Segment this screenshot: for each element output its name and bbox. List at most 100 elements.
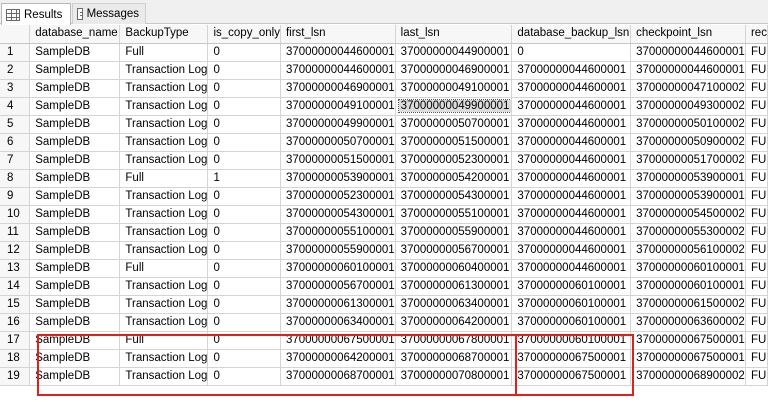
grid-cell[interactable]: 37000000049900001 — [280, 115, 396, 134]
grid-cell[interactable]: 0 — [207, 223, 281, 242]
row-number[interactable]: 11 — [0, 223, 31, 242]
grid-cell[interactable]: 37000000060100001 — [280, 259, 396, 278]
grid-cell[interactable]: 37000000055900001 — [280, 241, 396, 260]
grid-cell[interactable]: 37000000067500001 — [280, 331, 396, 350]
row-number[interactable]: 18 — [0, 349, 31, 368]
grid-cell[interactable]: 37000000055300002 — [630, 223, 746, 242]
row-number[interactable]: 14 — [0, 277, 31, 296]
grid-cell[interactable]: 0 — [207, 133, 281, 152]
grid-cell[interactable]: 37000000055900001 — [395, 223, 513, 242]
grid-cell[interactable]: 37000000067500001 — [511, 367, 632, 386]
grid-cell[interactable]: SampleDB — [29, 277, 121, 296]
grid-cell[interactable]: 37000000063600002 — [630, 313, 746, 332]
grid-cell[interactable]: FU — [745, 367, 768, 386]
grid-cell[interactable]: 37000000052300001 — [280, 187, 396, 206]
grid-cell[interactable]: 37000000061300001 — [280, 295, 396, 314]
row-number[interactable]: 4 — [0, 97, 31, 116]
grid-cell[interactable]: 37000000044900001 — [395, 43, 513, 62]
column-header-last-lsn[interactable]: last_lsn — [395, 25, 513, 44]
row-number[interactable]: 7 — [0, 151, 31, 170]
grid-cell[interactable]: FU — [745, 115, 768, 134]
grid-cell[interactable]: FU — [745, 169, 768, 188]
grid-cell[interactable]: Transaction Log — [119, 61, 209, 80]
grid-cell[interactable]: 37000000044600001 — [511, 133, 632, 152]
grid-cell[interactable]: 37000000044600001 — [511, 169, 632, 188]
grid-cell[interactable]: 37000000053900001 — [630, 187, 746, 206]
grid-cell[interactable]: FU — [745, 313, 768, 332]
grid-cell[interactable]: 0 — [207, 241, 281, 260]
grid-cell[interactable]: 37000000064200001 — [395, 313, 513, 332]
grid-cell[interactable]: 37000000053900001 — [630, 169, 746, 188]
grid-cell[interactable]: 37000000044600001 — [511, 259, 632, 278]
grid-cell[interactable]: 0 — [207, 277, 281, 296]
grid-cell[interactable]: SampleDB — [29, 313, 121, 332]
grid-cell[interactable]: 37000000044600001 — [630, 43, 746, 62]
grid-cell[interactable]: SampleDB — [29, 349, 121, 368]
grid-cell[interactable]: FU — [745, 187, 768, 206]
grid-cell[interactable]: 37000000060100001 — [511, 331, 632, 350]
grid-cell[interactable]: 37000000051500001 — [280, 151, 396, 170]
grid-cell[interactable]: 37000000044600001 — [511, 79, 632, 98]
grid-cell[interactable]: Transaction Log — [119, 277, 209, 296]
grid-cell[interactable]: 0 — [207, 115, 281, 134]
grid-cell[interactable]: 37000000049300002 — [630, 97, 746, 116]
grid-cell[interactable]: 37000000044600001 — [630, 61, 746, 80]
selected-grid-cell[interactable]: 37000000049900001 — [395, 97, 513, 116]
grid-cell[interactable]: SampleDB — [29, 205, 121, 224]
grid-cell[interactable]: 37000000063400001 — [395, 295, 513, 314]
grid-cell[interactable]: Transaction Log — [119, 133, 209, 152]
grid-cell[interactable]: 37000000067800001 — [395, 331, 513, 350]
grid-cell[interactable]: Full — [119, 169, 209, 188]
grid-cell[interactable]: 37000000061300001 — [395, 277, 513, 296]
column-header-is-copy-only[interactable]: is_copy_only — [207, 25, 281, 44]
row-number[interactable]: 3 — [0, 79, 31, 98]
column-header-checkpoint-lsn[interactable]: checkpoint_lsn — [630, 25, 746, 44]
grid-cell[interactable]: 37000000060400001 — [395, 259, 513, 278]
grid-cell[interactable]: 1 — [207, 169, 281, 188]
grid-cell[interactable]: SampleDB — [29, 241, 121, 260]
grid-cell[interactable]: 37000000052300001 — [395, 151, 513, 170]
grid-cell[interactable]: 0 — [207, 151, 281, 170]
grid-cell[interactable]: SampleDB — [29, 223, 121, 242]
grid-cell[interactable]: 37000000056700001 — [395, 241, 513, 260]
grid-cell[interactable]: Transaction Log — [119, 115, 209, 134]
row-number[interactable]: 6 — [0, 133, 31, 152]
grid-cell[interactable]: FU — [745, 133, 768, 152]
grid-cell[interactable]: Full — [119, 43, 209, 62]
grid-cell[interactable]: 0 — [207, 79, 281, 98]
column-header-database-backup-lsn[interactable]: database_backup_lsn — [511, 25, 632, 44]
grid-cell[interactable]: 0 — [207, 205, 281, 224]
grid-cell[interactable]: 37000000049100001 — [395, 79, 513, 98]
row-number[interactable]: 5 — [0, 115, 31, 134]
grid-cell[interactable]: 37000000051700002 — [630, 151, 746, 170]
grid-cell[interactable]: 37000000044600001 — [511, 97, 632, 116]
grid-cell[interactable]: 37000000067500001 — [630, 331, 746, 350]
row-number-header[interactable] — [0, 25, 31, 44]
grid-cell[interactable]: 37000000044600001 — [511, 151, 632, 170]
grid-cell[interactable]: 0 — [207, 43, 281, 62]
grid-cell[interactable]: 37000000060100001 — [630, 259, 746, 278]
grid-cell[interactable]: 37000000067500001 — [630, 349, 746, 368]
grid-cell[interactable]: 37000000055100001 — [395, 205, 513, 224]
grid-cell[interactable]: SampleDB — [29, 367, 121, 386]
grid-cell[interactable]: 37000000055100001 — [280, 223, 396, 242]
grid-cell[interactable]: FU — [745, 349, 768, 368]
grid-cell[interactable]: Transaction Log — [119, 367, 209, 386]
grid-cell[interactable]: 37000000044600001 — [280, 61, 396, 80]
grid-cell[interactable]: 37000000054500002 — [630, 205, 746, 224]
grid-cell[interactable]: 37000000044600001 — [511, 187, 632, 206]
column-header-rec[interactable]: rec — [745, 25, 768, 44]
grid-cell[interactable]: Full — [119, 331, 209, 350]
grid-cell[interactable]: SampleDB — [29, 169, 121, 188]
row-number[interactable]: 15 — [0, 295, 31, 314]
grid-cell[interactable]: FU — [745, 205, 768, 224]
grid-cell[interactable]: 37000000053900001 — [280, 169, 396, 188]
row-number[interactable]: 12 — [0, 241, 31, 260]
grid-cell[interactable]: SampleDB — [29, 97, 121, 116]
grid-cell[interactable]: 37000000050100002 — [630, 115, 746, 134]
row-number[interactable]: 2 — [0, 61, 31, 80]
grid-cell[interactable]: 37000000056100002 — [630, 241, 746, 260]
grid-cell[interactable]: 37000000044600001 — [511, 115, 632, 134]
column-header-database-name[interactable]: database_name — [29, 25, 121, 44]
grid-cell[interactable]: FU — [745, 331, 768, 350]
